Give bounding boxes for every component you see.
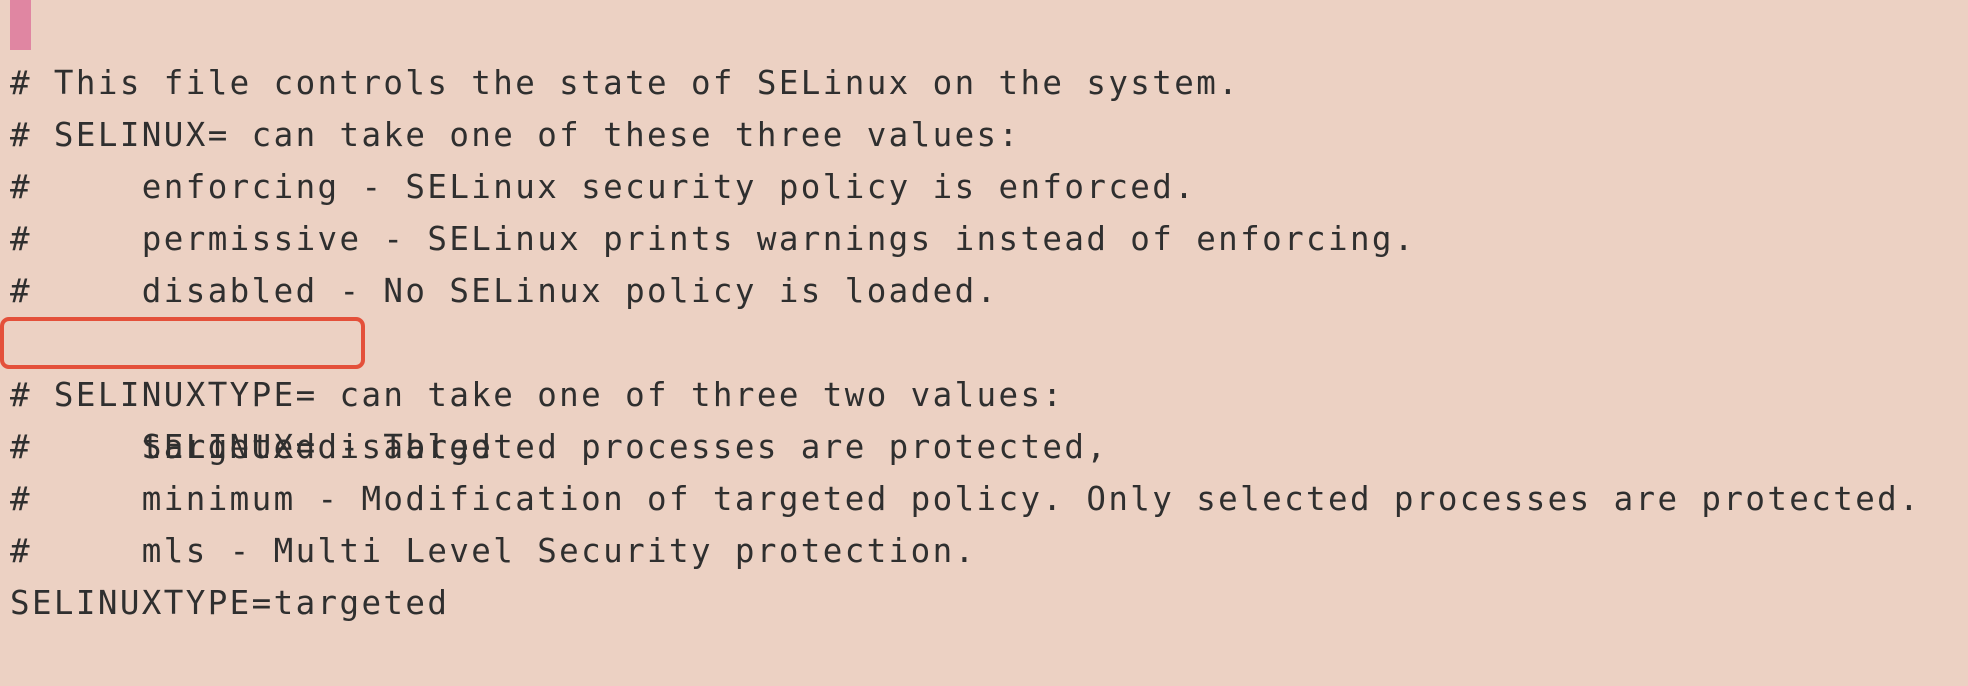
comment-line: # SELINUX= can take one of these three v… xyxy=(10,116,1021,154)
comment-line: # minimum - Modification of targeted pol… xyxy=(10,480,1922,518)
terminal-editor[interactable]: # This file controls the state of SELinu… xyxy=(0,0,1968,686)
comment-line: # enforcing - SELinux security policy is… xyxy=(10,168,1197,206)
text-cursor xyxy=(10,0,31,50)
selinux-setting-line: SELINUX=disabled xyxy=(0,317,1921,466)
selinuxtype-setting-line: SELINUXTYPE=targeted xyxy=(10,584,450,622)
comment-line: # This file controls the state of SELinu… xyxy=(10,64,1241,102)
comment-line: # permissive - SELinux prints warnings i… xyxy=(10,220,1416,258)
comment-line: # disabled - No SELinux policy is loaded… xyxy=(10,272,999,310)
comment-line: # targeted - Targeted processes are prot… xyxy=(10,428,1109,466)
comment-line: # mls - Multi Level Security protection. xyxy=(10,532,977,570)
file-content[interactable]: # This file controls the state of SELinu… xyxy=(0,57,1922,629)
highlight-box xyxy=(0,317,365,369)
comment-line: # SELINUXTYPE= can take one of three two… xyxy=(10,376,1065,414)
